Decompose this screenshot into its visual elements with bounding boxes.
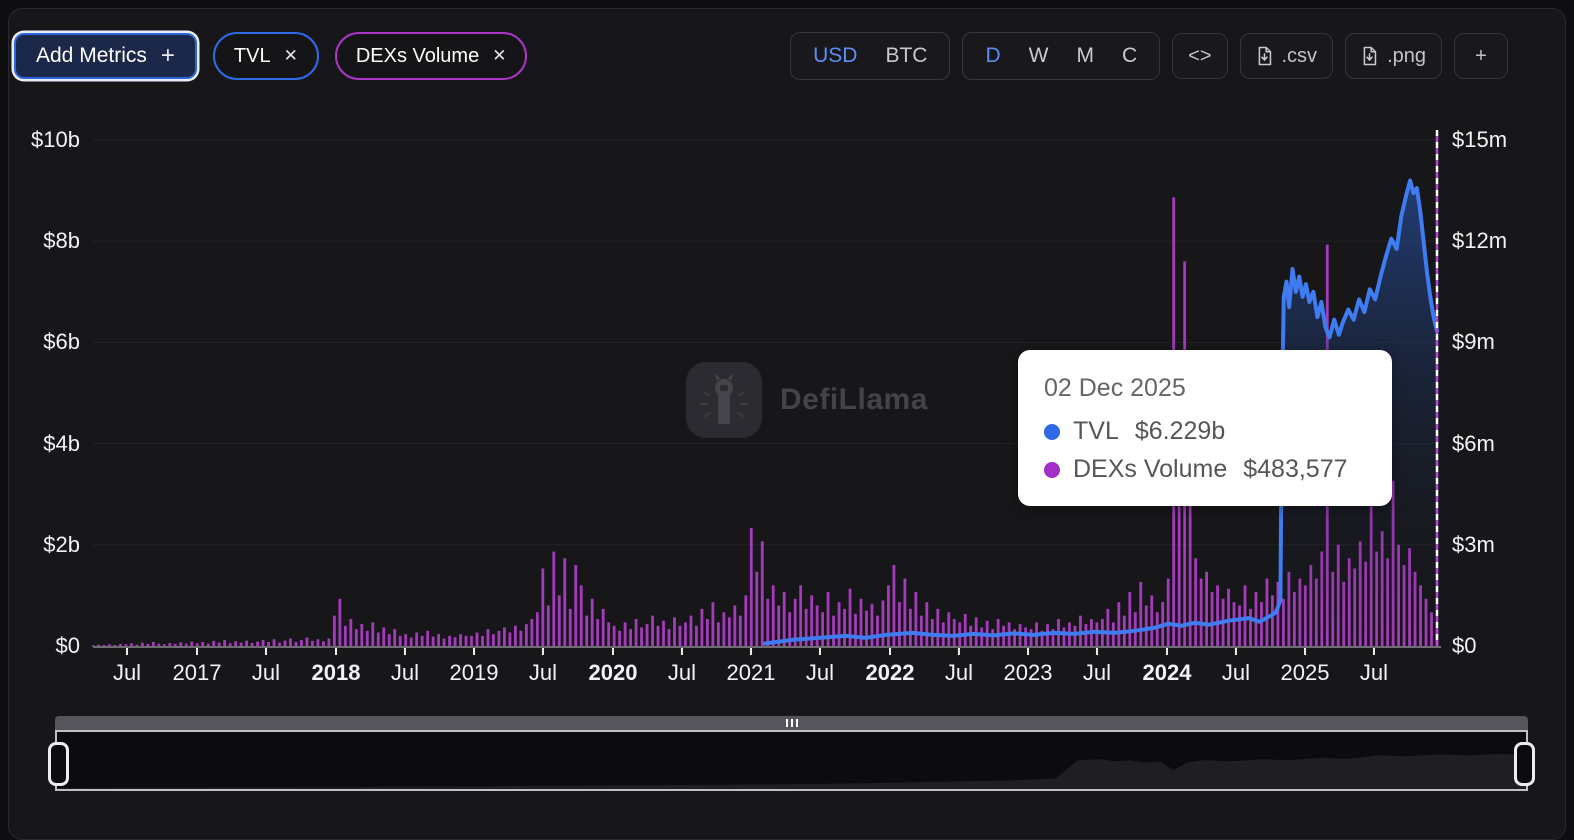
grip-icon bbox=[791, 719, 793, 727]
metric-pill-label: TVL bbox=[234, 45, 271, 68]
tooltip-series-name: DEXs Volume bbox=[1073, 455, 1227, 484]
tooltip-series-value: $483,577 bbox=[1243, 455, 1347, 484]
minimap-chart bbox=[57, 732, 1526, 789]
tvl-series-dot bbox=[1044, 424, 1060, 440]
interval-toggle: D W M C bbox=[962, 32, 1160, 80]
tooltip-row-tvl: TVL $6.229b bbox=[1044, 417, 1366, 446]
brush-handle-left[interactable] bbox=[48, 742, 69, 786]
plus-icon: + bbox=[161, 42, 175, 70]
chart-toolbar: Add Metrics + TVL ✕ DEXs Volume ✕ USD BT… bbox=[14, 32, 1560, 80]
currency-option-usd[interactable]: USD bbox=[813, 44, 857, 68]
tooltip-series-value: $6.229b bbox=[1135, 417, 1225, 446]
close-icon[interactable]: ✕ bbox=[284, 46, 298, 66]
tooltip-row-dexs-volume: DEXs Volume $483,577 bbox=[1044, 455, 1366, 484]
currency-option-btc[interactable]: BTC bbox=[885, 44, 927, 68]
tooltip-date: 02 Dec 2025 bbox=[1044, 374, 1366, 403]
chart-settings: USD BTC D W M C <> .csv .png + bbox=[790, 32, 1560, 80]
brush-handle-right[interactable] bbox=[1514, 742, 1535, 786]
plus-icon: + bbox=[1475, 45, 1487, 68]
more-options-button[interactable]: + bbox=[1454, 33, 1508, 79]
currency-toggle: USD BTC bbox=[790, 32, 950, 80]
add-metrics-button[interactable]: Add Metrics + bbox=[14, 33, 197, 79]
add-metrics-label: Add Metrics bbox=[36, 44, 147, 68]
metric-pill-dexs-volume[interactable]: DEXs Volume ✕ bbox=[335, 32, 528, 80]
interval-option-weekly[interactable]: W bbox=[1029, 44, 1049, 68]
embed-code-button[interactable]: <> bbox=[1172, 33, 1227, 79]
dexs-series-dot bbox=[1044, 462, 1060, 478]
metric-pill-label: DEXs Volume bbox=[356, 45, 479, 68]
png-label: .png bbox=[1387, 45, 1426, 68]
interval-option-cumulative[interactable]: C bbox=[1122, 44, 1137, 68]
download-png-button[interactable]: .png bbox=[1345, 33, 1442, 79]
download-icon bbox=[1256, 46, 1273, 66]
chart-tooltip: 02 Dec 2025 TVL $6.229b DEXs Volume $483… bbox=[1018, 350, 1392, 506]
grip-icon bbox=[796, 719, 798, 727]
zoom-brush-window[interactable] bbox=[55, 730, 1528, 791]
code-icon: <> bbox=[1188, 45, 1211, 68]
metric-pill-tvl[interactable]: TVL ✕ bbox=[213, 32, 319, 80]
close-icon[interactable]: ✕ bbox=[492, 46, 506, 66]
interval-option-monthly[interactable]: M bbox=[1076, 44, 1094, 68]
download-icon bbox=[1361, 46, 1378, 66]
metrics-controls: Add Metrics + TVL ✕ DEXs Volume ✕ bbox=[14, 32, 527, 80]
tooltip-series-name: TVL bbox=[1073, 417, 1119, 446]
csv-label: .csv bbox=[1282, 45, 1318, 68]
interval-option-daily[interactable]: D bbox=[985, 44, 1000, 68]
grip-icon bbox=[786, 719, 788, 727]
download-csv-button[interactable]: .csv bbox=[1240, 33, 1334, 79]
zoom-scrollbar[interactable] bbox=[55, 716, 1528, 730]
